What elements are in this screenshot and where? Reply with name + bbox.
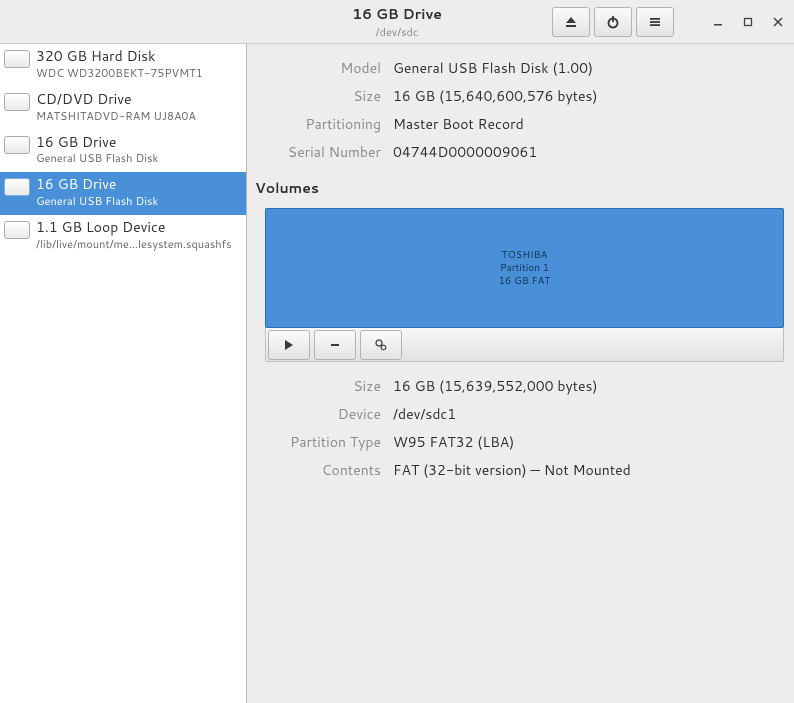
body: 320 GB Hard Disk WDC WD3200BEKT-75PVMT1 …: [0, 44, 794, 703]
volume-toolbar: [265, 328, 784, 362]
value-serial: 04744D0000009061: [393, 142, 780, 162]
drive-subtitle: MATSHITADVD-RAM UJ8A0A: [36, 108, 240, 124]
usb-icon: [4, 178, 30, 196]
close-button[interactable]: [770, 14, 786, 30]
titlebar: 16 GB Drive /dev/sdc: [0, 0, 794, 44]
value-psize: 16 GB (15,639,552,000 bytes): [393, 376, 780, 396]
volumes-heading: Volumes: [247, 172, 794, 204]
sidebar-item-drive[interactable]: 320 GB Hard Disk WDC WD3200BEKT-75PVMT1: [0, 44, 246, 87]
drive-subtitle: /lib/live/mount/me…lesystem.squashfs: [36, 236, 240, 252]
volume-line2: Partition 1: [500, 262, 549, 275]
drive-title: 16 GB Drive: [36, 134, 240, 151]
hdd-icon: [4, 50, 30, 68]
value-partitioning: Master Boot Record: [393, 114, 780, 134]
partition-info-grid: Size 16 GB (15,639,552,000 bytes) Device…: [247, 362, 794, 490]
drive-subtitle: General USB Flash Disk: [36, 150, 240, 166]
minimize-icon: [713, 17, 723, 27]
label-serial: Serial Number: [251, 142, 381, 162]
label-size: Size: [251, 86, 381, 106]
label-pdevice: Device: [251, 404, 381, 424]
mount-button[interactable]: [268, 330, 310, 360]
optical-icon: [4, 93, 30, 111]
value-model: General USB Flash Disk (1.00): [393, 58, 780, 78]
minus-icon: [329, 339, 341, 351]
settings-button[interactable]: [360, 330, 402, 360]
value-ptype: W95 FAT32 (LBA): [393, 432, 780, 452]
label-ptype: Partition Type: [251, 432, 381, 452]
drive-subtitle: WDC WD3200BEKT-75PVMT1: [36, 65, 240, 81]
drive-info-grid: Model General USB Flash Disk (1.00) Size…: [247, 54, 794, 172]
delete-button[interactable]: [314, 330, 356, 360]
gears-icon: [374, 338, 388, 352]
label-pcontents: Contents: [251, 460, 381, 480]
title-block: 16 GB Drive /dev/sdc: [352, 4, 442, 40]
maximize-button[interactable]: [740, 14, 756, 30]
menu-button[interactable]: [636, 7, 674, 37]
label-psize: Size: [251, 376, 381, 396]
value-pdevice: /dev/sdc1: [393, 404, 780, 424]
sidebar-item-drive[interactable]: 1.1 GB Loop Device /lib/live/mount/me…le…: [0, 215, 246, 258]
volume-line3: 16 GB FAT: [499, 275, 551, 288]
loop-icon: [4, 221, 30, 239]
sidebar: 320 GB Hard Disk WDC WD3200BEKT-75PVMT1 …: [0, 44, 247, 703]
drive-title: 1.1 GB Loop Device: [36, 219, 240, 236]
close-icon: [773, 17, 783, 27]
sidebar-item-drive[interactable]: CD/DVD Drive MATSHITADVD-RAM UJ8A0A: [0, 87, 246, 130]
label-partitioning: Partitioning: [251, 114, 381, 134]
volume-partition[interactable]: TOSHIBA Partition 1 16 GB FAT: [265, 208, 784, 328]
drive-title: 320 GB Hard Disk: [36, 48, 240, 65]
window-controls: [710, 14, 786, 30]
eject-icon: [564, 15, 578, 29]
minimize-button[interactable]: [710, 14, 726, 30]
sidebar-item-drive-selected[interactable]: 16 GB Drive General USB Flash Disk: [0, 172, 246, 215]
eject-button[interactable]: [552, 7, 590, 37]
window-subtitle: /dev/sdc: [352, 24, 442, 40]
power-button[interactable]: [594, 7, 632, 37]
play-icon: [283, 339, 295, 351]
window-title: 16 GB Drive: [352, 4, 442, 24]
value-pcontents: FAT (32-bit version) — Not Mounted: [393, 460, 780, 480]
maximize-icon: [743, 17, 753, 27]
sidebar-item-drive[interactable]: 16 GB Drive General USB Flash Disk: [0, 130, 246, 173]
drive-title: CD/DVD Drive: [36, 91, 240, 108]
drive-subtitle: General USB Flash Disk: [36, 193, 240, 209]
label-model: Model: [251, 58, 381, 78]
power-icon: [606, 15, 620, 29]
value-size: 16 GB (15,640,600,576 bytes): [393, 86, 780, 106]
toolbar-buttons: [552, 7, 674, 37]
drive-title: 16 GB Drive: [36, 176, 240, 193]
hamburger-icon: [648, 15, 662, 29]
volume-name: TOSHIBA: [502, 249, 548, 262]
main-panel: Model General USB Flash Disk (1.00) Size…: [247, 44, 794, 703]
usb-icon: [4, 136, 30, 154]
